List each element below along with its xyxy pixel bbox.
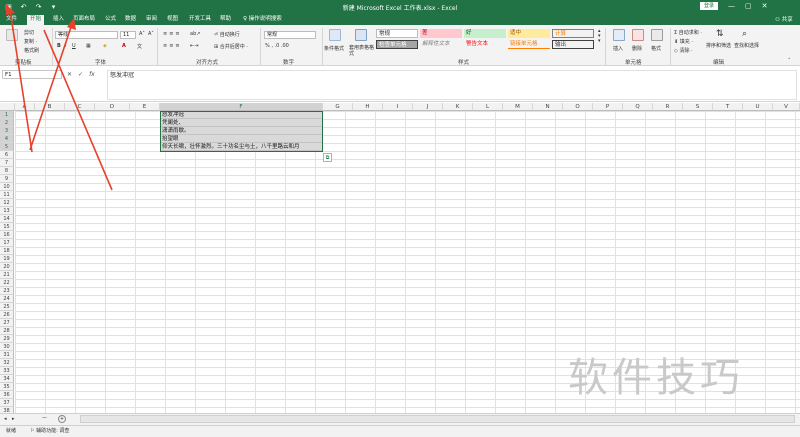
arrow-line-3	[29, 23, 73, 151]
horizontal-scrollbar[interactable]	[80, 415, 795, 423]
arrow-head-1	[6, 4, 15, 15]
sheet-tab-dash: —	[42, 415, 47, 421]
watermark-text: 软件技巧	[568, 355, 744, 401]
scroll-right-icon[interactable]: ▸	[12, 416, 15, 422]
arrow-head-3	[67, 18, 76, 30]
sheet-tab-bar: ◂ ▸ — +	[0, 413, 800, 425]
sheet-tab-active[interactable]	[32, 414, 39, 425]
add-sheet-button[interactable]: +	[58, 415, 66, 423]
arrow-line-1	[9, 9, 33, 153]
status-ready: 就绪	[6, 428, 17, 434]
status-bar: 就绪 ⚐ 辅助功能: 调查	[0, 425, 800, 437]
scroll-left-icon[interactable]: ◂	[4, 416, 7, 422]
accessibility-status[interactable]: ⚐ 辅助功能: 调查	[30, 426, 69, 437]
accessibility-label: 辅助功能: 调查	[36, 428, 70, 434]
arrow-line-2	[43, 29, 113, 191]
